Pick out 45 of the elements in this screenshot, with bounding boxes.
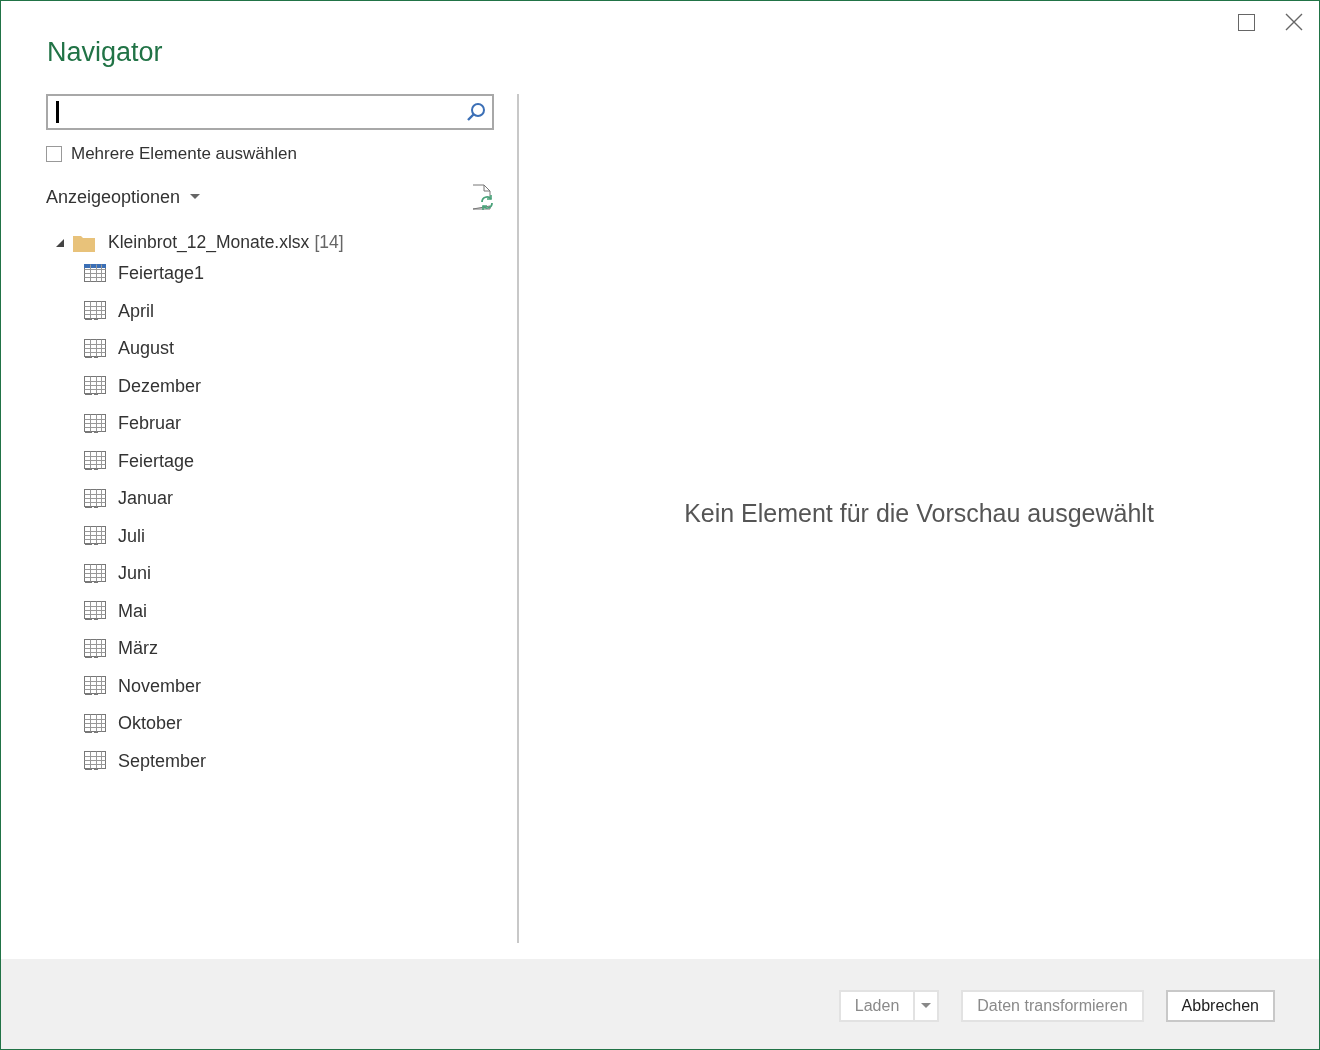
sheet-icon	[84, 301, 106, 322]
sheet-icon	[84, 601, 106, 622]
tree-item[interactable]: März	[118, 638, 158, 660]
tree-item[interactable]: Dezember	[118, 375, 202, 397]
sheet-icon	[84, 563, 106, 584]
search-field[interactable]	[46, 94, 494, 130]
tree-item[interactable]: Februar	[118, 413, 182, 435]
close-button[interactable]	[1283, 11, 1305, 33]
caret-icon	[190, 194, 201, 200]
tree-item[interactable]: November	[118, 675, 202, 697]
sheet-icon	[84, 413, 106, 434]
dialog-button[interactable]: Abbrechen	[1165, 990, 1275, 1022]
tree-item[interactable]: April	[118, 300, 154, 322]
tree-item[interactable]: Oktober	[118, 713, 183, 735]
sheet-icon	[84, 451, 106, 472]
search-icon	[466, 102, 486, 122]
caret-icon	[921, 1003, 932, 1009]
item-count: [14]	[314, 232, 344, 253]
window-title: Navigator	[47, 37, 164, 68]
display-options-dropdown[interactable]: Anzeigeoptionen	[46, 186, 201, 208]
empty-preview-message: Kein Element für die Vorschau ausgewählt	[684, 499, 1154, 528]
sheet-icon	[84, 751, 106, 772]
folder-icon	[73, 233, 95, 252]
tree-item[interactable]: Juli	[118, 525, 145, 547]
sheet-icon	[84, 638, 106, 659]
sheet-icon	[84, 676, 106, 697]
sheet-icon	[84, 488, 106, 509]
refresh-document-icon[interactable]	[472, 184, 494, 210]
checkbox[interactable]	[46, 146, 62, 162]
file-name[interactable]: Kleinbrot_12_Monate.xlsx	[108, 232, 310, 253]
sheet-icon	[84, 376, 106, 397]
sheet-icon	[84, 526, 106, 547]
tree-item[interactable]: Juni	[118, 563, 152, 585]
table-icon	[84, 263, 106, 284]
tree-item[interactable]: Mai	[118, 600, 147, 622]
tree-item[interactable]: August	[118, 338, 175, 360]
sheet-icon	[84, 713, 106, 734]
expand-arrow-icon[interactable]	[55, 237, 65, 248]
tree-item[interactable]: September	[118, 750, 207, 772]
maximize-button[interactable]	[1235, 11, 1257, 33]
tree-item[interactable]: Januar	[118, 488, 174, 510]
sheet-icon	[84, 338, 106, 359]
checkbox-label: Mehrere Elemente auswählen	[71, 144, 297, 164]
tree-item[interactable]: Feiertage	[118, 450, 195, 472]
tree-item[interactable]: Feiertage1	[118, 263, 205, 285]
